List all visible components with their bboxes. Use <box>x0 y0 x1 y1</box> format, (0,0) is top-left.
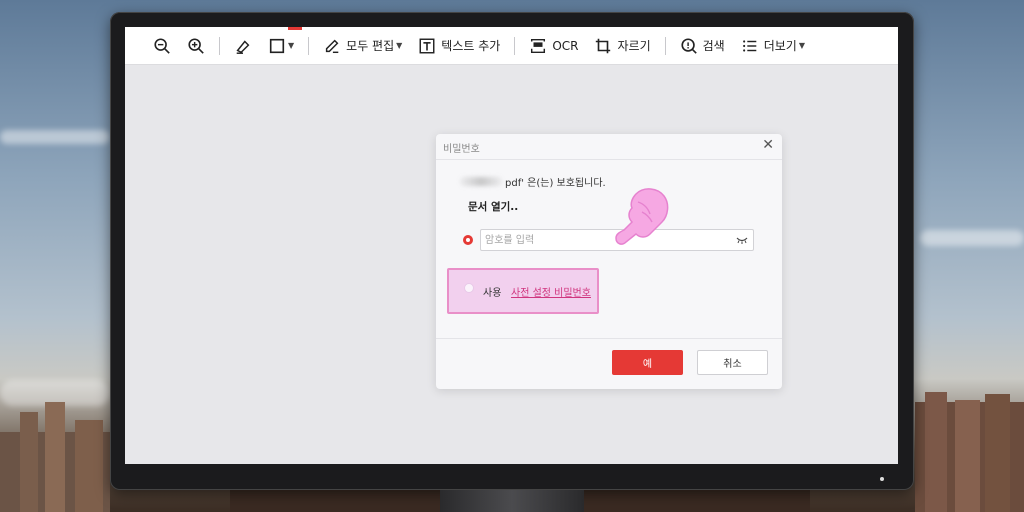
text-box-icon <box>419 38 435 53</box>
add-text-label: 텍스트 추가 <box>441 39 501 53</box>
dialog-divider <box>436 338 782 339</box>
chevron-down-icon: ▼ <box>798 41 805 50</box>
open-document-heading: 문서 열기.. <box>468 201 519 213</box>
dialog-header: 비밀번호 ✕ <box>436 134 782 160</box>
active-tab-marker <box>288 27 302 30</box>
preset-password-link[interactable]: 사전 설정 비밀번호 <box>511 284 591 299</box>
dialog-title: 비밀번호 <box>443 144 480 155</box>
crop-button[interactable]: 자르기 <box>586 32 658 60</box>
ocr-icon <box>531 38 546 53</box>
cancel-button[interactable]: 취소 <box>697 350 768 375</box>
protected-message-text: pdf' 은(는) 보호됩니다. <box>505 178 606 189</box>
cloud <box>920 230 1024 246</box>
crop-label: 자르기 <box>617 39 651 53</box>
edit-all-label: 모두 편집 <box>346 39 395 53</box>
toolbar: ▼ 모두 편집 ▼ 텍스트 추가 OCR 자르기 검색 더보기 ▼ <box>125 27 898 65</box>
toolbar-separator <box>514 36 516 55</box>
search-label: 검색 <box>702 39 725 53</box>
blurred-filename <box>460 177 502 186</box>
highlighter-icon <box>236 39 250 54</box>
list-icon <box>742 39 757 52</box>
edit-icon <box>326 39 339 53</box>
chevron-down-icon: ▼ <box>288 41 295 50</box>
add-text-button[interactable]: 텍스트 추가 <box>410 32 508 60</box>
more-label: 더보기 <box>763 39 797 53</box>
chevron-down-icon: ▼ <box>396 41 403 50</box>
cloud <box>0 130 110 144</box>
password-dialog: 비밀번호 ✕ pdf' 은(는) 보호됩니다. 문서 열기.. 사용 사전 설정… <box>436 134 782 389</box>
password-radio[interactable] <box>463 235 473 245</box>
monitor-stand <box>440 490 584 512</box>
protected-message: pdf' 은(는) 보호됩니다. <box>460 174 606 189</box>
shape-button[interactable]: ▼ <box>260 32 302 60</box>
zoom-in-icon <box>188 37 204 54</box>
ocr-button[interactable]: OCR <box>521 32 586 60</box>
crop-icon <box>596 38 611 53</box>
close-icon[interactable]: ✕ <box>762 137 774 153</box>
search-button[interactable]: 검색 <box>672 32 733 60</box>
ok-button[interactable]: 예 <box>612 350 683 375</box>
power-indicator <box>880 477 884 481</box>
zoom-out-icon <box>154 37 170 54</box>
zoom-in-button[interactable] <box>179 32 213 60</box>
zoom-out-button[interactable] <box>145 32 179 60</box>
edit-all-button[interactable]: 모두 편집 ▼ <box>315 32 410 60</box>
toolbar-separator <box>308 36 310 55</box>
ocr-label: OCR <box>552 38 579 53</box>
more-button[interactable]: 더보기 ▼ <box>733 32 813 60</box>
search-icon <box>681 37 697 54</box>
monitor: ▼ 모두 편집 ▼ 텍스트 추가 OCR 자르기 검색 더보기 ▼ 비밀번호 ✕… <box>110 12 914 490</box>
rectangle-icon <box>269 38 285 53</box>
toolbar-separator <box>219 36 220 55</box>
app-screen: ▼ 모두 편집 ▼ 텍스트 추가 OCR 자르기 검색 더보기 ▼ 비밀번호 ✕… <box>125 27 898 464</box>
preset-password-radio[interactable] <box>464 283 474 293</box>
pointing-hand-icon <box>615 188 669 245</box>
hidden-eye-icon[interactable] <box>736 235 748 245</box>
highlight-button[interactable] <box>226 32 260 60</box>
use-label: 사용 <box>483 288 502 299</box>
toolbar-separator <box>664 36 666 55</box>
